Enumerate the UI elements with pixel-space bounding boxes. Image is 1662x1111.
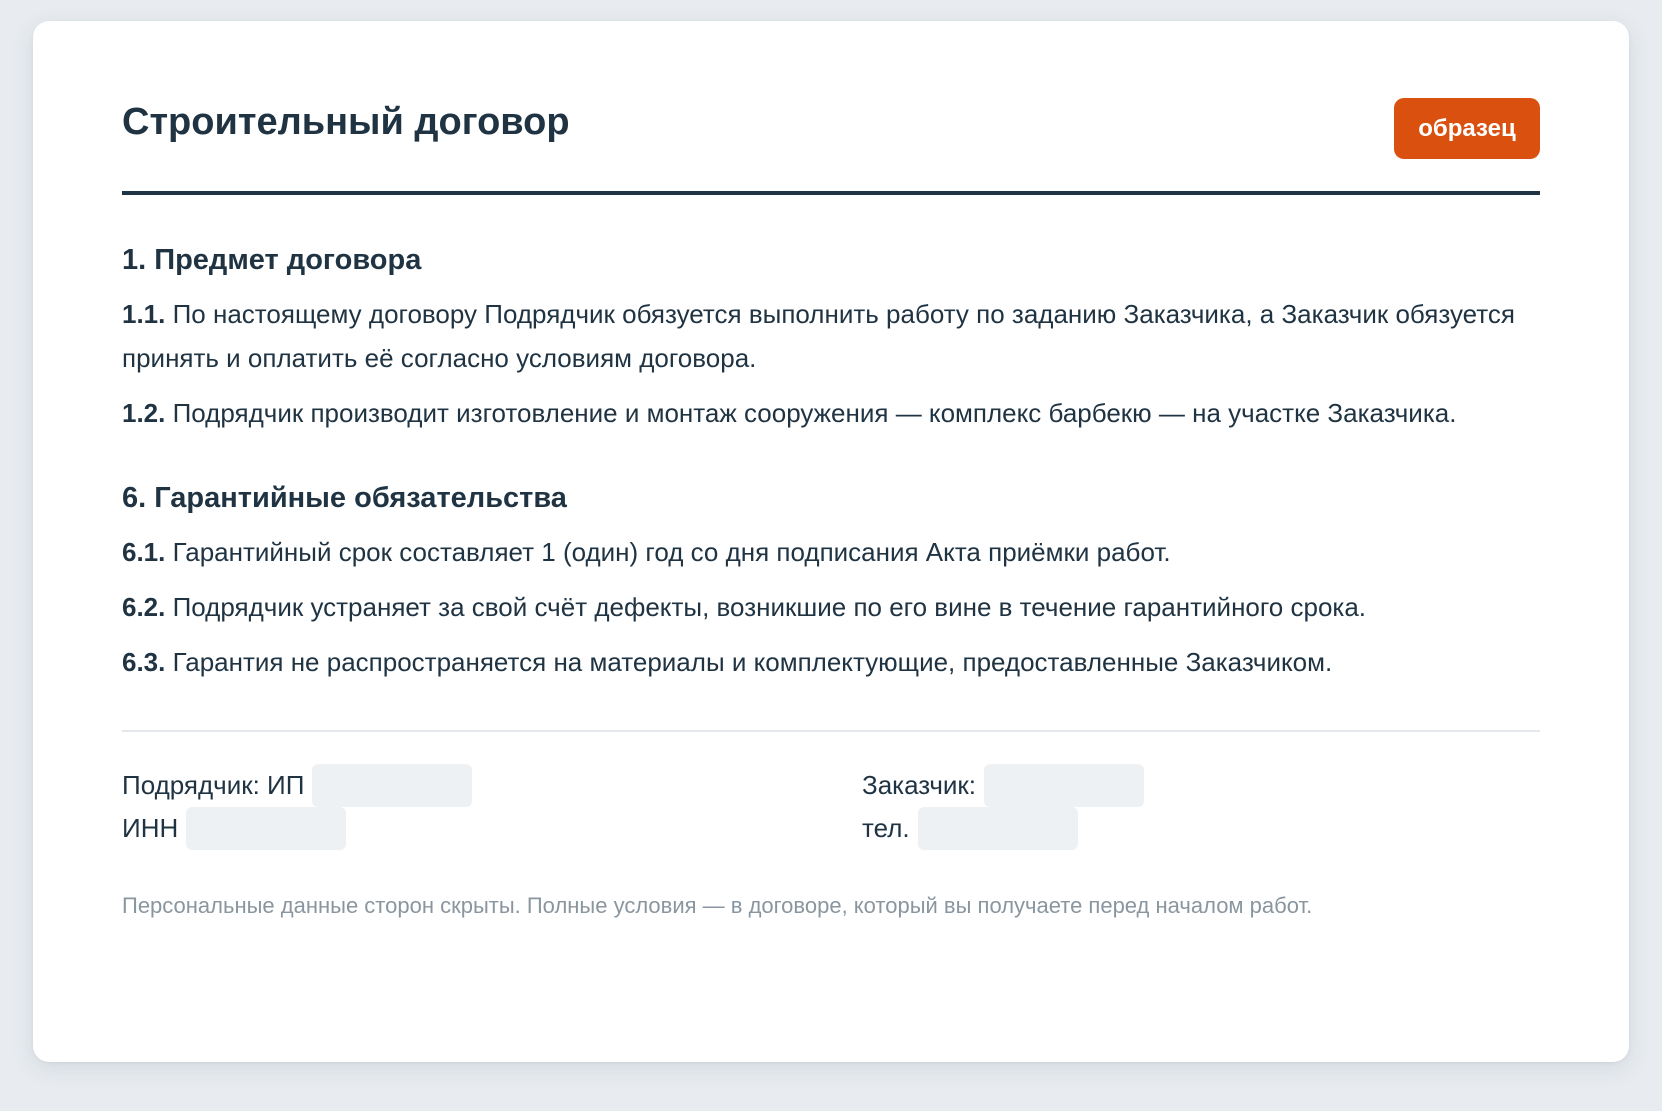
customer-label: Заказчик: [862, 769, 977, 800]
clause-6-3: 6.3. Гарантия не распространяется на мат… [122, 640, 1540, 684]
divider [122, 729, 1540, 732]
parties-block: Подрядчик: ИП ИНН Заказчик: тел. [122, 763, 1540, 868]
customer-block: Заказчик: тел. [862, 763, 1145, 850]
privacy-footnote: Персональные данные сторон скрыты. Полны… [122, 892, 1313, 918]
clause-text: Подрядчик устраняет за свой счёт дефекты… [172, 591, 1367, 622]
customer-phone-row: тел. [862, 806, 1144, 850]
clause-6-1: 6.1. Гарантийный срок составляет 1 (один… [122, 530, 1540, 574]
clause-number: 6.2. [122, 591, 166, 622]
clause-text: Гарантия не распространяется на материал… [172, 646, 1333, 677]
section-heading-subject: 1. Предмет договора [122, 244, 422, 276]
clause-number: 1.2. [122, 397, 166, 428]
phone-label: тел. [862, 812, 910, 843]
redacted-phone [917, 806, 1078, 850]
redacted-customer-name [984, 763, 1145, 807]
redacted-contractor-name [312, 763, 473, 807]
clause-text: По настоящему договору Подрядчик обязует… [122, 298, 1515, 373]
sample-badge: образец [1394, 98, 1540, 159]
clause-number: 1.1. [122, 298, 166, 329]
inn-label: ИНН [122, 812, 179, 843]
document-header: Строительный договор образец [122, 21, 1540, 195]
clause-text: Гарантийный срок составляет 1 (один) год… [172, 536, 1171, 567]
clause-1-2: 1.2. Подрядчик производит изготовление и… [122, 391, 1540, 435]
contractor-label: Подрядчик: ИП [122, 769, 305, 800]
clause-text: Подрядчик производит изготовление и монт… [172, 397, 1457, 428]
redacted-inn [186, 806, 347, 850]
contractor-inn-row: ИНН [122, 806, 472, 850]
clause-1-1: 1.1. По настоящему договору Подрядчик об… [122, 292, 1540, 380]
contractor-block: Подрядчик: ИП ИНН [122, 763, 473, 850]
contract-card: Строительный договор образец 1. Предмет … [33, 21, 1629, 1062]
contractor-name-row: Подрядчик: ИП [122, 763, 473, 807]
document-title: Строительный договор [122, 101, 570, 143]
clause-6-2: 6.2. Подрядчик устраняет за свой счёт де… [122, 585, 1540, 629]
customer-name-row: Заказчик: [862, 763, 1145, 807]
clause-number: 6.1. [122, 536, 166, 567]
section-heading-warranty: 6. Гарантийные обязательства [122, 481, 567, 514]
clause-number: 6.3. [122, 646, 166, 677]
